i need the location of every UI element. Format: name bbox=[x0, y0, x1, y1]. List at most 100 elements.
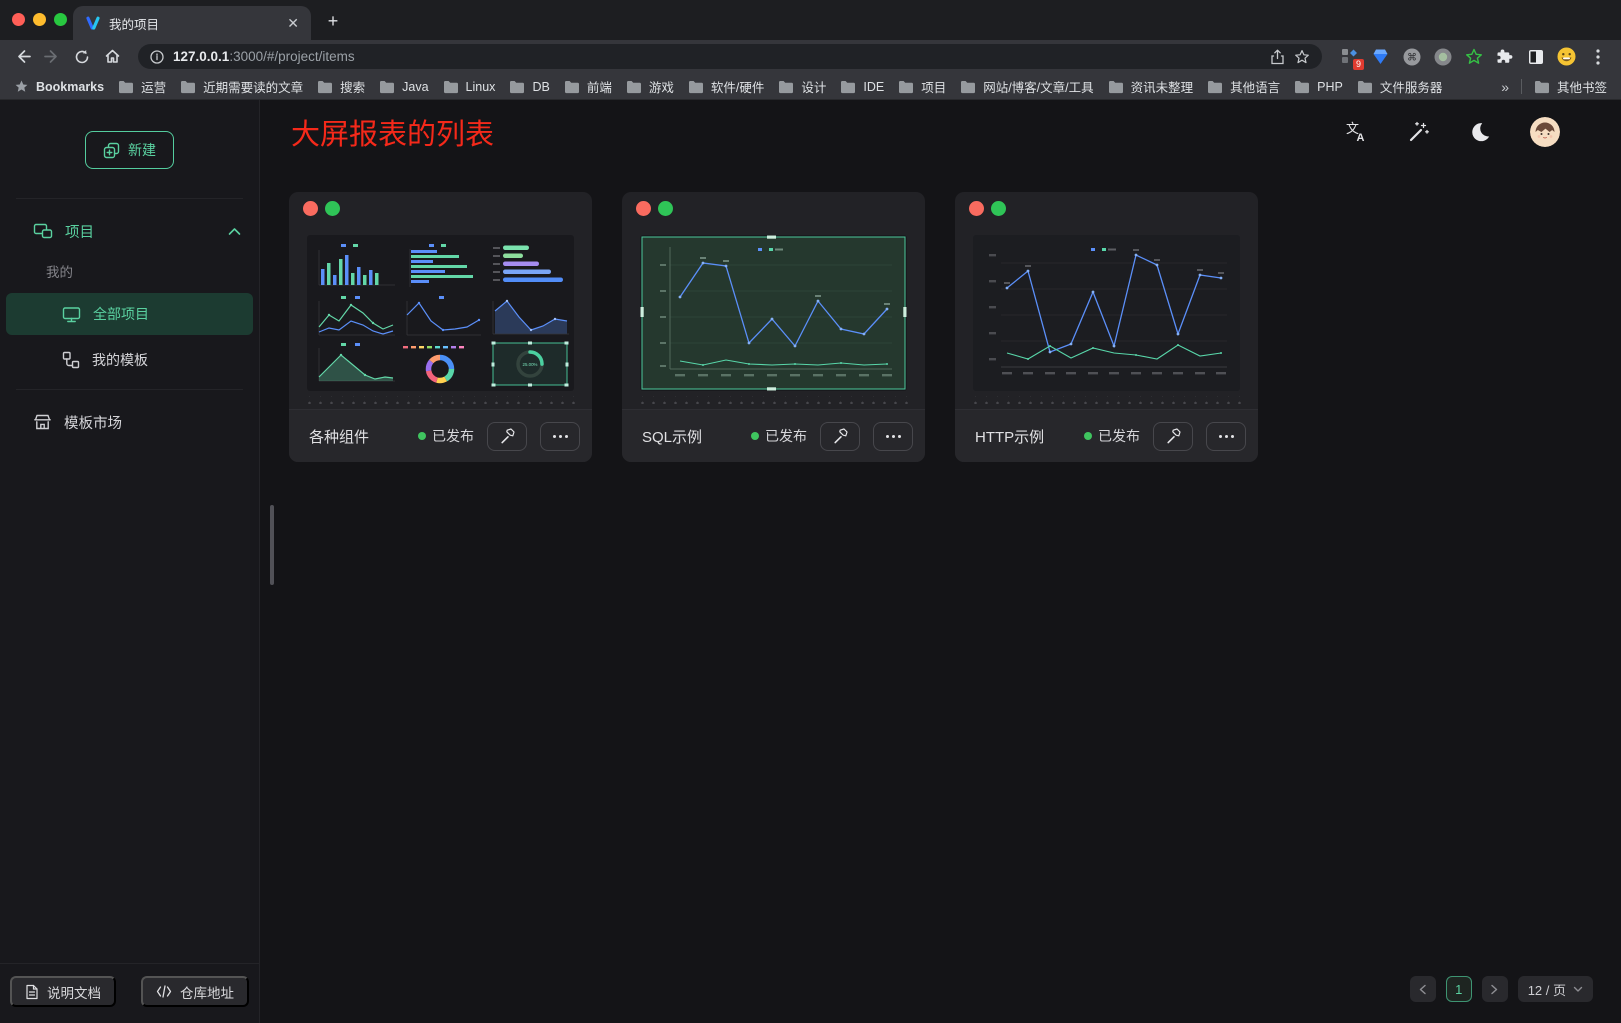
bookmark-folder[interactable]: 运营 bbox=[118, 77, 166, 96]
browser-tab[interactable]: 我的项目 ✕ bbox=[73, 6, 311, 40]
project-thumbnail[interactable]: 25.00% bbox=[307, 235, 574, 391]
current-page-button[interactable]: 1 bbox=[1446, 976, 1472, 1002]
bookmark-folder[interactable]: Linux bbox=[443, 80, 496, 94]
bookmark-star-icon[interactable] bbox=[1294, 49, 1310, 65]
other-bookmarks-button[interactable]: 其他书签 bbox=[1534, 77, 1607, 96]
sidebar-item-label: 我的模板 bbox=[92, 350, 148, 370]
bookmark-folder[interactable]: 网站/博客/文章/工具 bbox=[960, 77, 1093, 96]
content-scrollbar-thumb[interactable] bbox=[270, 505, 274, 585]
sidebar-divider bbox=[16, 198, 243, 199]
extension-darkmode-icon[interactable] bbox=[1526, 47, 1545, 66]
bookmark-folder[interactable]: 游戏 bbox=[626, 77, 674, 96]
red-dot bbox=[969, 201, 984, 216]
bookmark-folder[interactable]: 资讯未整理 bbox=[1108, 77, 1194, 96]
extension-command-icon[interactable]: ⌘ bbox=[1402, 47, 1421, 66]
bookmark-folder[interactable]: DB bbox=[509, 80, 549, 94]
extensions-puzzle-icon[interactable] bbox=[1495, 47, 1514, 66]
bookmark-folder[interactable]: 文件服务器 bbox=[1357, 77, 1443, 96]
bookmark-folder[interactable]: 其他语言 bbox=[1207, 77, 1280, 96]
zoom-window-button[interactable] bbox=[54, 13, 67, 26]
folder-icon bbox=[1357, 80, 1373, 94]
bookmark-folder[interactable]: 软件/硬件 bbox=[688, 77, 764, 96]
sidebar-group-project[interactable]: 项目 bbox=[0, 209, 259, 253]
tab-title: 我的项目 bbox=[109, 14, 279, 33]
edit-project-button[interactable] bbox=[487, 422, 527, 451]
project-card[interactable]: 25.00% 各种组件 已发布 bbox=[289, 192, 592, 462]
address-bar[interactable]: 127.0.0.1:3000/#/project/items bbox=[138, 44, 1322, 69]
card-dotted-separator bbox=[634, 396, 913, 404]
more-actions-button[interactable] bbox=[540, 422, 580, 451]
card-footer: 各种组件 已发布 bbox=[289, 409, 592, 462]
folder-icon bbox=[840, 80, 856, 94]
project-card[interactable]: SQL示例 已发布 bbox=[622, 192, 925, 462]
chevron-up-icon[interactable] bbox=[228, 227, 241, 236]
status-dot bbox=[418, 432, 426, 440]
reload-button[interactable] bbox=[70, 45, 94, 69]
user-avatar[interactable] bbox=[1530, 117, 1560, 147]
bookmark-folder[interactable]: Java bbox=[379, 80, 428, 94]
more-actions-button[interactable] bbox=[1206, 422, 1246, 451]
forward-button[interactable] bbox=[40, 45, 64, 69]
extension-grid-icon[interactable]: 9 bbox=[1340, 47, 1359, 66]
bookmark-folder[interactable]: 设计 bbox=[778, 77, 826, 96]
folder-icon bbox=[1108, 80, 1124, 94]
repo-button[interactable]: 仓库地址 bbox=[141, 976, 249, 1007]
star-icon bbox=[14, 79, 29, 94]
bookmark-folder[interactable]: 搜索 bbox=[317, 77, 365, 96]
next-page-button[interactable] bbox=[1482, 976, 1508, 1002]
back-button[interactable] bbox=[10, 45, 34, 69]
prev-page-button[interactable] bbox=[1410, 976, 1436, 1002]
hammer-icon bbox=[1165, 428, 1182, 445]
folder-icon bbox=[898, 80, 914, 94]
red-dot bbox=[636, 201, 651, 216]
window-controls bbox=[12, 13, 67, 26]
home-button[interactable] bbox=[100, 45, 124, 69]
extension-gem-icon[interactable] bbox=[1371, 47, 1390, 66]
folder-icon bbox=[1207, 80, 1223, 94]
edit-project-button[interactable] bbox=[820, 422, 860, 451]
bookmarks-manager[interactable]: Bookmarks bbox=[14, 79, 104, 94]
sidebar-item-template-market[interactable]: 模板市场 bbox=[0, 400, 259, 444]
bookmark-folder[interactable]: 前端 bbox=[564, 77, 612, 96]
folder-icon bbox=[509, 80, 525, 94]
project-thumbnail[interactable] bbox=[973, 235, 1240, 391]
card-footer: HTTP示例 已发布 bbox=[955, 409, 1258, 462]
folder-icon bbox=[688, 80, 704, 94]
url-text: 127.0.0.1:3000/#/project/items bbox=[173, 49, 355, 64]
share-icon[interactable] bbox=[1270, 49, 1285, 65]
extension-badge: 9 bbox=[1353, 59, 1364, 70]
bookmarks-overflow-button[interactable]: » bbox=[1501, 79, 1509, 95]
bookmark-folder[interactable]: 项目 bbox=[898, 77, 946, 96]
close-window-button[interactable] bbox=[12, 13, 25, 26]
green-dot bbox=[991, 201, 1006, 216]
sidebar: 新建 项目 我的 全部项目 bbox=[0, 100, 260, 1023]
minimize-window-button[interactable] bbox=[33, 13, 46, 26]
sidebar-item-all-projects[interactable]: 全部项目 bbox=[6, 293, 253, 335]
project-card[interactable]: HTTP示例 已发布 bbox=[955, 192, 1258, 462]
new-project-button[interactable]: 新建 bbox=[85, 131, 174, 169]
bookmark-folder[interactable]: PHP bbox=[1294, 80, 1343, 94]
svg-text:A: A bbox=[1357, 132, 1365, 144]
card-traffic-dots bbox=[969, 201, 1006, 216]
tab-close-icon[interactable]: ✕ bbox=[287, 16, 299, 30]
dark-mode-moon-icon[interactable] bbox=[1468, 120, 1492, 144]
extension-emoji-icon[interactable] bbox=[1557, 47, 1576, 66]
site-info-icon[interactable] bbox=[150, 50, 164, 64]
new-tab-button[interactable]: + bbox=[320, 8, 346, 34]
language-toggle-icon[interactable]: 文A bbox=[1344, 120, 1368, 144]
docs-button[interactable]: 说明文档 bbox=[10, 976, 116, 1007]
page-size-select[interactable]: 12 / 页 bbox=[1518, 976, 1593, 1002]
status-dot bbox=[1084, 432, 1092, 440]
edit-project-button[interactable] bbox=[1153, 422, 1193, 451]
project-thumbnail[interactable] bbox=[640, 235, 907, 391]
sidebar-subgroup-label: 我的 bbox=[0, 261, 259, 281]
publish-status: 已发布 bbox=[751, 426, 807, 446]
extension-record-icon[interactable] bbox=[1433, 47, 1452, 66]
magic-wand-icon[interactable] bbox=[1406, 120, 1430, 144]
bookmark-folder[interactable]: IDE bbox=[840, 80, 884, 94]
more-actions-button[interactable] bbox=[873, 422, 913, 451]
bookmark-folder[interactable]: 近期需要读的文章 bbox=[180, 77, 303, 96]
extension-star-icon[interactable] bbox=[1464, 47, 1483, 66]
browser-menu-icon[interactable] bbox=[1588, 47, 1607, 66]
sidebar-item-my-templates[interactable]: 我的模板 bbox=[6, 339, 253, 381]
